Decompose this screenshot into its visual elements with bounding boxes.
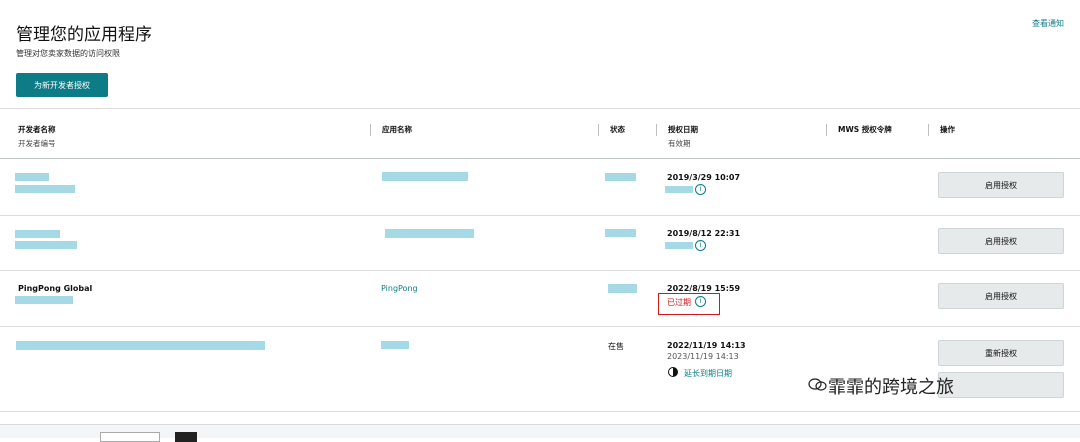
wechat-icon bbox=[808, 378, 827, 391]
column-separator bbox=[370, 124, 371, 136]
column-app-name: 应用名称 bbox=[382, 125, 412, 134]
reauthorize-button[interactable]: 重新授权 bbox=[938, 340, 1064, 366]
column-developer-name: 开发者名称 bbox=[18, 125, 56, 134]
redacted-app-name bbox=[382, 172, 468, 181]
auth-date: 2022/8/19 15:59 bbox=[667, 284, 741, 293]
redacted-app-name bbox=[381, 341, 409, 349]
footer-bar bbox=[0, 424, 1080, 438]
authorize-new-developer-button[interactable]: 为新开发者授权 bbox=[16, 73, 108, 97]
header-divider bbox=[0, 158, 1080, 159]
redacted-developer-id bbox=[15, 241, 77, 249]
redacted-app-name bbox=[385, 229, 474, 238]
column-mws-token: MWS 授权令牌 bbox=[838, 125, 892, 134]
page-subtitle: 管理对您卖家数据的访问权限 bbox=[16, 49, 120, 58]
column-auth-date: 授权日期 bbox=[668, 125, 698, 134]
enable-authorization-button[interactable]: 启用授权 bbox=[938, 228, 1064, 254]
enable-authorization-button[interactable]: 启用授权 bbox=[938, 172, 1064, 198]
table-top-divider bbox=[0, 108, 1080, 109]
column-separator bbox=[928, 124, 929, 136]
row-divider bbox=[0, 411, 1080, 412]
redacted-developer-name bbox=[15, 230, 60, 238]
valid-until: 2023/11/19 14:13 bbox=[667, 352, 739, 361]
clock-icon bbox=[668, 367, 678, 377]
redacted-developer-name bbox=[16, 341, 265, 350]
redacted-developer-name bbox=[15, 173, 49, 181]
column-header-developer: 开发者名称 开发者编号 bbox=[18, 124, 56, 149]
page-title: 管理您的应用程序 bbox=[16, 25, 152, 45]
column-developer-id: 开发者编号 bbox=[18, 139, 56, 148]
view-notifications-link[interactable]: 查看通知 bbox=[1032, 18, 1064, 29]
row-divider bbox=[0, 326, 1080, 327]
redacted-status bbox=[605, 173, 636, 181]
redacted-valid-until bbox=[665, 186, 693, 193]
enable-authorization-button[interactable]: 启用授权 bbox=[938, 283, 1064, 309]
app-name-link[interactable]: PingPong bbox=[381, 284, 418, 293]
secondary-action-button[interactable] bbox=[938, 372, 1064, 398]
auth-date: 2022/11/19 14:13 bbox=[667, 341, 746, 350]
redacted-status bbox=[608, 284, 637, 293]
footer-icon[interactable] bbox=[175, 432, 197, 442]
auth-date: 2019/3/29 10:07 bbox=[667, 173, 741, 182]
row-divider bbox=[0, 270, 1080, 271]
footer-select[interactable] bbox=[100, 432, 160, 442]
column-header-auth-date: 授权日期 有效期 bbox=[668, 124, 698, 149]
extend-expiration-link[interactable]: 延长到期日期 bbox=[684, 368, 732, 379]
developer-name: PingPong Global bbox=[18, 284, 93, 293]
status-text: 在售 bbox=[608, 342, 624, 351]
column-separator bbox=[656, 124, 657, 136]
column-separator bbox=[826, 124, 827, 136]
redacted-developer-id bbox=[15, 185, 75, 193]
highlight-box bbox=[658, 293, 720, 315]
info-circle-icon[interactable]: i bbox=[695, 240, 706, 251]
redacted-developer-id bbox=[15, 296, 73, 304]
redacted-status bbox=[605, 229, 636, 237]
watermark-text: 霏霏的跨境之旅 bbox=[828, 377, 954, 398]
column-valid-until: 有效期 bbox=[668, 139, 691, 148]
column-actions: 操作 bbox=[940, 125, 955, 134]
info-circle-icon[interactable]: i bbox=[695, 184, 706, 195]
auth-date: 2019/8/12 22:31 bbox=[667, 229, 741, 238]
column-separator bbox=[598, 124, 599, 136]
redacted-valid-until bbox=[665, 242, 693, 249]
column-status: 状态 bbox=[610, 125, 625, 134]
row-divider bbox=[0, 215, 1080, 216]
